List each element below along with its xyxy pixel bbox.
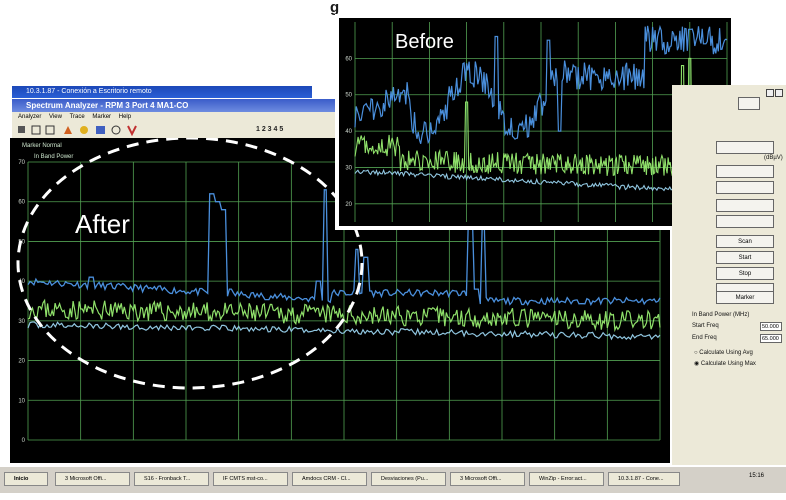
- after-label: After: [75, 209, 130, 239]
- marker-button[interactable]: Marker: [716, 291, 774, 304]
- marker-icon: [64, 126, 72, 134]
- before-label: Before: [395, 31, 454, 53]
- inband-title: In Band Power (MHz): [692, 312, 750, 318]
- radio-max[interactable]: ◉ Calculate Using Max: [694, 360, 756, 367]
- end-freq-label: End Freq: [692, 335, 717, 341]
- start-button-taskbar[interactable]: Inicio: [4, 472, 48, 486]
- menu-help[interactable]: Help: [119, 114, 131, 120]
- task-item[interactable]: WinZip - Error:act...: [529, 472, 604, 486]
- trace-number-buttons[interactable]: 1 2 3 4 5: [256, 122, 283, 138]
- control-panel: (dBµV) Scan Start Stop Marker In Band Po…: [672, 85, 786, 465]
- menu-analyzer[interactable]: Analyzer: [18, 114, 41, 120]
- menu-marker[interactable]: Marker: [92, 114, 111, 120]
- before-y-tick-label: 60: [345, 56, 352, 62]
- task-item[interactable]: Desviaciones (Pu...: [371, 472, 446, 486]
- menu-trace[interactable]: Trace: [70, 114, 85, 120]
- task-item[interactable]: 3 Microsoft Offi...: [450, 472, 525, 486]
- measure-label: In Band Power: [34, 154, 73, 160]
- open-icon: [31, 125, 41, 135]
- after-y-tick-label: 30: [18, 319, 25, 325]
- remote-desktop-title-bar: 10.3.1.87 - Conexión a Escritorio remoto: [12, 86, 312, 98]
- before-y-tick-label: 20: [345, 202, 352, 208]
- before-y-tick-label: 40: [345, 129, 352, 135]
- scan-button[interactable]: Scan: [716, 235, 774, 248]
- panel-button-4[interactable]: [716, 215, 774, 228]
- radio-max-icon: ◉: [694, 361, 701, 367]
- print-icon: [45, 125, 55, 135]
- before-y-tick-label: 30: [345, 165, 352, 171]
- start-button[interactable]: Start: [716, 251, 774, 264]
- after-y-tick-label: 10: [18, 398, 25, 404]
- stop-button[interactable]: Stop: [716, 267, 774, 280]
- task-item[interactable]: IF CMTS mst-co...: [213, 472, 288, 486]
- panel-button-1[interactable]: [716, 141, 774, 154]
- units-label: (dBµV): [764, 155, 783, 161]
- pause-icon: [18, 126, 25, 133]
- toolbar-icons[interactable]: [12, 122, 212, 138]
- toolbar: [12, 122, 342, 139]
- panel-icon-button[interactable]: [738, 97, 760, 110]
- marker-label: Marker Normal: [22, 143, 62, 149]
- chart-icon: [96, 126, 105, 134]
- before-y-tick-label: 50: [345, 93, 352, 99]
- start-freq-label: Start Freq: [692, 323, 719, 329]
- start-freq-input[interactable]: 50.000: [760, 322, 782, 331]
- radio-avg[interactable]: ○ Calculate Using Avg: [694, 350, 753, 356]
- task-item[interactable]: S16 - Fronback T...: [134, 472, 209, 486]
- radio-max-label: Calculate Using Max: [700, 361, 756, 367]
- panel-button-2[interactable]: [716, 181, 774, 194]
- taskbar: Inicio 3 Microsoft Offi... S16 - Fronbac…: [0, 466, 786, 493]
- settings-icon: [111, 125, 121, 135]
- panel-field-1[interactable]: [716, 165, 774, 178]
- window-minimize-button[interactable]: [766, 89, 774, 97]
- menu-bar: Analyzer View Trace Marker Help: [12, 112, 342, 122]
- window-close-button[interactable]: [775, 89, 783, 97]
- help-icon: [127, 125, 137, 137]
- panel-button-3[interactable]: [716, 199, 774, 212]
- radio-avg-label: Calculate Using Avg: [699, 350, 753, 356]
- after-y-tick-label: 70: [18, 160, 25, 166]
- after-y-tick-label: 60: [18, 200, 25, 206]
- app-title-bar: Spectrum Analyzer - RPM 3 Port 4 MA1-CO: [12, 99, 342, 112]
- menu-view[interactable]: View: [49, 114, 62, 120]
- zoom-icon: [80, 126, 88, 134]
- end-freq-input[interactable]: 65.000: [760, 334, 782, 343]
- task-item-active[interactable]: 10.3.1.87 - Cone...: [608, 472, 680, 486]
- clock: 15:16: [748, 473, 764, 479]
- task-item[interactable]: 3 Microsoft Offi...: [55, 472, 130, 486]
- task-item[interactable]: Amdocs CRM - Cl...: [292, 472, 367, 486]
- after-y-tick-label: 20: [18, 359, 25, 365]
